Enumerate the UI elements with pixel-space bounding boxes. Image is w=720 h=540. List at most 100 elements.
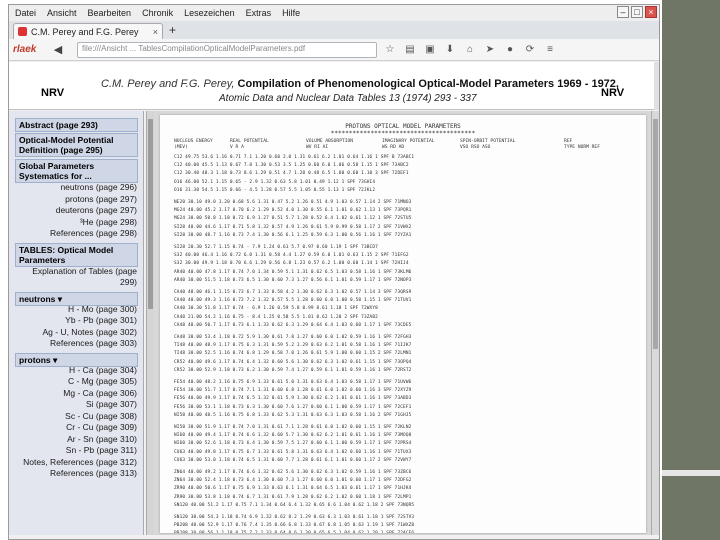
browser-logo[interactable]: rlaek	[13, 44, 36, 55]
table-row: SN120 40.00 51.2 1.17 0.75 7.1 1.34 0.64…	[174, 502, 415, 508]
column-subheader: TYPE NORM REF	[564, 145, 600, 150]
back-icon[interactable]: ◀	[51, 43, 65, 57]
sidebar-link[interactable]: protons (page 297)	[65, 194, 137, 205]
sidebar-link[interactable]: Sc - Cu (page 308)	[65, 411, 137, 422]
sidebar-section-heading[interactable]: Abstract (page 293)	[15, 118, 138, 132]
authors: C.M. Perey and F.G. Perey,	[101, 78, 235, 90]
table-row: C12 40.00 45.5 1.13 0.67 7.8 1.30 0.53 3…	[174, 163, 409, 169]
sidebar-link[interactable]: Notes, References (page 312)	[23, 457, 137, 468]
sidebar-link[interactable]: Mg - Ca (page 306)	[63, 388, 137, 399]
sidebar-link[interactable]: Yb - Pb (page 301)	[65, 315, 137, 326]
sidebar-link[interactable]: neutrons (page 296)	[60, 182, 137, 193]
column-subheader: VSO RSO ASO	[460, 145, 491, 150]
menu-item[interactable]: Extras	[246, 8, 272, 18]
close-icon[interactable]: ×	[153, 27, 158, 37]
sidebar-link[interactable]: H - Mo (page 300)	[68, 304, 137, 315]
download-icon[interactable]: ⬇	[443, 43, 457, 57]
star-icon[interactable]: ☆	[383, 43, 397, 57]
table-row: C12 49.75 53.6 1.16 0.71 7.1 1.20 0.60 2…	[174, 155, 415, 160]
window-controls: – □ ×	[617, 6, 657, 18]
sidebar-link[interactable]: Sn - Pb (page 311)	[66, 445, 137, 456]
sidebar-section-heading[interactable]: Definition (page 295)	[15, 144, 138, 157]
table-rule: ****************************************	[330, 130, 476, 137]
sidebar-link[interactable]: Ar - Sn (page 310)	[67, 434, 137, 445]
table-row: PB208 40.00 52.9 1.17 0.76 7.4 1.35 0.66…	[174, 523, 415, 529]
header-scrollbar[interactable]	[654, 62, 659, 110]
sidebar-link[interactable]: H - Ca (page 304)	[69, 365, 137, 376]
nrv-logo-left[interactable]: NRV	[41, 87, 64, 99]
column-header: VOLUME ABSORPTION	[306, 139, 354, 144]
browser-window: Datei Ansicht Bearbeiten Chronik Lesezei…	[8, 4, 660, 540]
table-row: CA40 21.00 54.2 1.16 0.75 - 8.4 1.25 0.5…	[174, 314, 378, 320]
sidebar-link[interactable]: Explanation of Tables (page	[32, 266, 137, 277]
sidebar-scrollbar[interactable]	[146, 111, 154, 535]
sync-icon[interactable]: ⟳	[523, 43, 537, 57]
table-row: FE54 40.00 48.2 1.16 0.75 6.9 1.33 0.61 …	[174, 380, 412, 385]
table-row: ZN64 40.00 49.2 1.17 0.74 6.6 1.32 0.62 …	[174, 470, 412, 475]
sidebar-link[interactable]: Ag - U, Notes (page 302)	[43, 327, 138, 338]
navigation-toolbar: rlaek ◀ file:///Ansicht ... TablesCompil…	[9, 39, 659, 61]
maximize-button[interactable]: □	[631, 6, 643, 18]
document-scrollbar[interactable]	[651, 111, 659, 535]
sidebar-link[interactable]: Cr - Cu (page 309)	[66, 422, 137, 433]
table-row: O16 31.30 54.5 1.15 0.66 - 4.5 1.28 0.57…	[174, 187, 376, 193]
sidebar-link[interactable]: Si (page 307)	[86, 399, 137, 410]
table-row: ZR90 40.00 50.6 1.17 0.75 6.9 1.33 0.63 …	[174, 486, 412, 492]
scroll-thumb[interactable]	[653, 119, 658, 349]
table-title: PROTONS OPTICAL MODEL PARAMETERS	[345, 123, 461, 130]
column-subheader: WS RD AD	[382, 145, 405, 150]
menu-item[interactable]: Hilfe	[282, 8, 300, 18]
page-icon[interactable]: ▣	[423, 43, 437, 57]
tab-document[interactable]: C.M. Perey and F.G. Perey ×	[13, 23, 163, 39]
table-row: NI60 40.00 49.4 1.17 0.74 6.6 1.32 0.60 …	[174, 433, 412, 439]
table-row: O16 46.00 52.1 1.15 0.65 - 2.9 1.32 0.63…	[174, 179, 376, 185]
addon-icon[interactable]: ●	[503, 43, 517, 57]
new-tab-button[interactable]: +	[169, 23, 176, 37]
sidebar-link[interactable]: 299)	[120, 277, 137, 288]
home-icon[interactable]: ⌂	[463, 43, 477, 57]
column-header: NUCLEUS ENERGY	[174, 139, 213, 144]
menu-item[interactable]: Chronik	[142, 8, 173, 18]
document-page: PROTONS OPTICAL MODEL PARAMETERS *******…	[160, 115, 646, 533]
sidebar-link[interactable]: References (page 303)	[50, 338, 137, 349]
table-row: SI28 30.00 48.7 1.16 0.73 7.4 1.30 0.56 …	[174, 232, 412, 238]
column-header: SPIN-ORBIT POTENTIAL	[460, 139, 516, 144]
sidebar-link[interactable]: C - Mg (page 305)	[68, 376, 137, 387]
sidebar-link[interactable]: References (page 313)	[50, 468, 137, 479]
menu-bar: Datei Ansicht Bearbeiten Chronik Lesezei…	[9, 5, 659, 21]
table-row: CA40 40.00 49.3 1.16 0.72 7.2 1.32 0.57 …	[174, 298, 412, 304]
scroll-thumb[interactable]	[148, 119, 153, 309]
table-row: CA48 30.00 53.4 1.18 0.72 5.9 1.30 0.61 …	[174, 335, 412, 340]
sidebar-link[interactable]: deuterons (page 297)	[56, 205, 137, 216]
table-row: MG24 40.00 45.2 1.17 0.70 6.2 1.29 0.52 …	[174, 208, 412, 214]
menu-icon[interactable]: ≡	[543, 43, 557, 57]
table-row: FE54 30.00 51.7 1.17 0.74 7.1 1.31 0.60 …	[174, 388, 412, 394]
column-header: REAL POTENTIAL	[230, 139, 269, 144]
table-row: CA40 30.30 51.8 1.17 0.74 - 6.9 1.26 0.5…	[174, 306, 378, 312]
sidebar-navigation: Abstract (page 293) Optical-Model Potenti…	[9, 111, 144, 535]
column-subheader: (MEV)	[174, 145, 188, 150]
bookmark-icon[interactable]: ▤	[403, 43, 417, 57]
column-subheader: WV RI AI	[306, 145, 329, 150]
table-row: S32 30.00 49.9 1.18 0.70 6.6 1.29 0.56 6…	[174, 261, 409, 267]
sidebar-link[interactable]: References (page 298)	[50, 228, 137, 239]
sidebar-link[interactable]: ³He (page 298)	[80, 217, 137, 228]
nrv-logo-right[interactable]: NRV	[601, 87, 624, 99]
menu-item[interactable]: Lesezeichen	[184, 8, 235, 18]
menu-item[interactable]: Bearbeiten	[88, 8, 132, 18]
close-window-button[interactable]: ×	[645, 6, 657, 18]
table-row: TI48 40.00 48.9 1.17 0.75 6.3 1.31 0.59 …	[174, 343, 412, 349]
document-header: NRV C.M. Perey and F.G. Perey, Compilati…	[9, 62, 659, 110]
column-header: REF	[564, 139, 573, 144]
minimize-button[interactable]: –	[617, 6, 629, 18]
send-icon[interactable]: ➤	[483, 43, 497, 57]
table-row: FE56 30.00 53.1 1.18 0.73 6.3 1.30 0.60 …	[174, 404, 412, 410]
table-row: SI28 20.30 52.7 1.15 0.74 - 7.9 1.24 0.6…	[174, 245, 378, 250]
table-row: C12 30.40 48.3 1.18 0.73 8.6 1.29 0.51 4…	[174, 171, 409, 177]
table-row: S32 40.00 46.4 1.16 0.72 6.0 1.31 0.58 4…	[174, 253, 409, 259]
menu-item[interactable]: Ansicht	[47, 8, 77, 18]
title: Compilation of Phenomenological Optical-…	[234, 78, 619, 90]
table-row: CR52 30.00 52.9 1.18 0.73 6.2 1.30 0.59 …	[174, 367, 412, 373]
url-bar[interactable]: file:///Ansicht ... TablesCompilationOpt…	[77, 42, 377, 58]
menu-item[interactable]: Datei	[15, 8, 36, 18]
